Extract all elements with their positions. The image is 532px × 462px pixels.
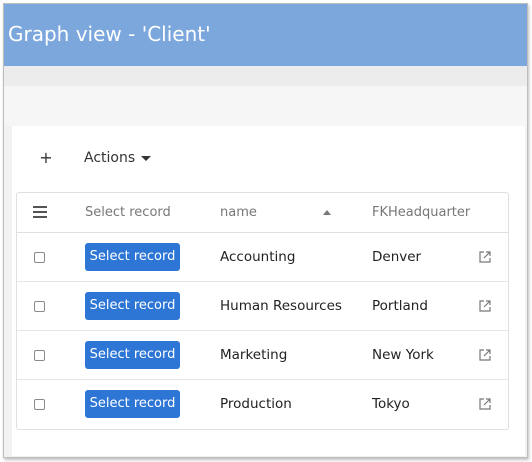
row-headquarter: Portland [372,298,428,314]
row-checkbox[interactable] [34,350,45,361]
row-name: Human Resources [220,298,342,314]
content-panel: + Actions Select record name FKHeadquart… [12,126,525,456]
column-header-name[interactable]: name [220,193,257,233]
table-row: Select record Marketing New York [17,331,508,380]
row-headquarter: New York [372,347,434,363]
add-record-button[interactable]: + [36,148,56,168]
column-header-headquarter[interactable]: FKHeadquarter [372,193,470,233]
window-title: Graph view - 'Client' [4,4,527,66]
records-grid: Select record name FKHeadquarter Select … [16,192,509,430]
row-name: Accounting [220,249,296,265]
row-name: Production [220,396,292,412]
grid-toolbar: + Actions [12,126,525,192]
row-headquarter: Tokyo [372,396,410,412]
row-name: Marketing [220,347,288,363]
table-row: Select record Human Resources Portland [17,282,508,331]
row-checkbox[interactable] [34,301,45,312]
column-menu-icon[interactable] [33,206,47,218]
column-header-select: Select record [85,205,171,220]
app-window: Graph view - 'Client' + Actions Select r… [3,3,528,458]
external-link-icon[interactable] [479,300,491,312]
select-record-button[interactable]: Select record [85,243,180,271]
table-row: Select record Production Tokyo [17,380,508,429]
select-record-button[interactable]: Select record [85,292,180,320]
table-row: Select record Accounting Denver [17,233,508,282]
actions-label: Actions [84,150,136,166]
grid-header: Select record name FKHeadquarter [17,193,508,233]
row-checkbox[interactable] [34,399,45,410]
row-headquarter: Denver [372,249,422,265]
select-record-button[interactable]: Select record [85,390,180,418]
actions-menu-button[interactable]: Actions [84,148,152,168]
external-link-icon[interactable] [479,251,491,263]
subheader-bar [4,66,527,86]
subheader-spacer [4,86,527,126]
sort-asc-icon[interactable] [323,210,331,215]
select-record-button[interactable]: Select record [85,341,180,369]
chevron-down-icon [141,155,152,161]
external-link-icon[interactable] [479,349,491,361]
external-link-icon[interactable] [479,398,491,410]
row-checkbox[interactable] [34,252,45,263]
